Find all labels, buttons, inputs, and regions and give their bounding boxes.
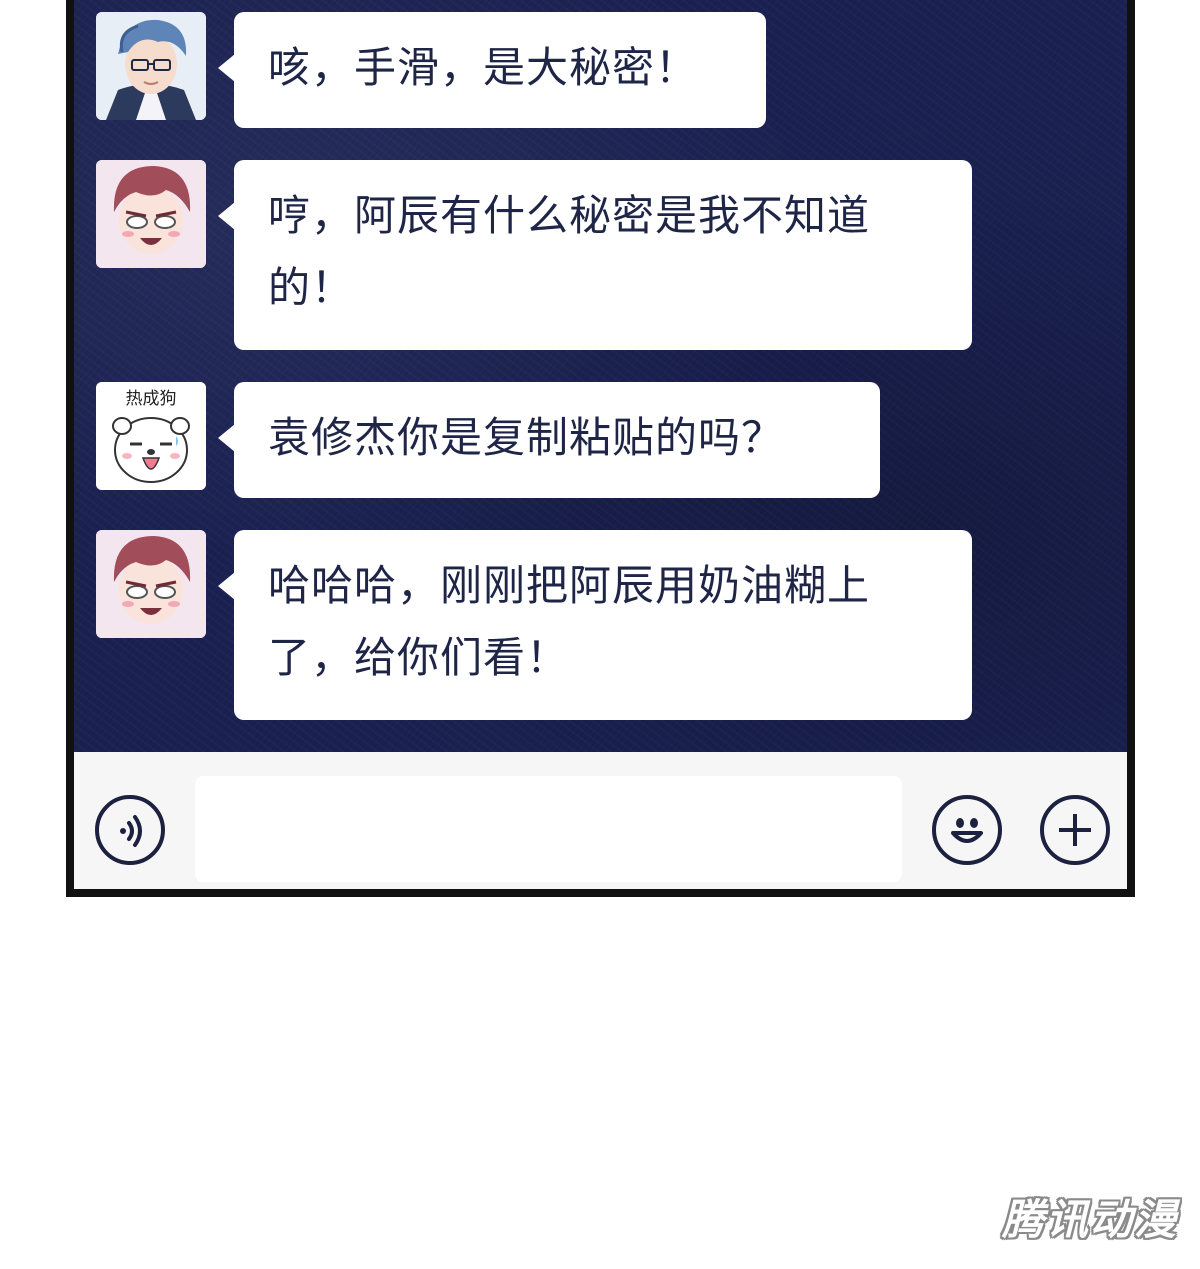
avatar-red-haired-smiling[interactable] [96,530,206,638]
plus-icon [1059,814,1091,846]
message-bubble[interactable]: 咳，手滑，是大秘密！ [218,12,766,128]
message-text: 哈哈哈，刚刚把阿辰用奶油糊上了，给你们看！ [268,561,871,682]
red-haired-smiling-avatar-icon [96,530,206,638]
avatar-dog-sticker[interactable]: 热成狗 [96,382,206,490]
voice-icon [120,815,142,847]
chat-window: 咳，手滑，是大秘密！ 哼，阿辰有什么秘密是我不知道的！ 热成狗 袁修杰你是复制粘… [66,0,1135,897]
red-haired-smiling-avatar-icon [96,160,206,268]
message-input[interactable] [195,776,902,882]
input-bar [74,752,1127,889]
sticker-caption: 热成狗 [126,389,177,409]
message-bubble[interactable]: 袁修杰你是复制粘贴的吗？ [218,382,880,498]
avatar-red-haired-smiling[interactable] [96,160,206,268]
message-text: 袁修杰你是复制粘贴的吗？ [268,413,785,462]
emoji-button[interactable] [932,795,1002,865]
avatar-blue-haired-glasses[interactable] [96,12,206,120]
message-list[interactable]: 咳，手滑，是大秘密！ 哼，阿辰有什么秘密是我不知道的！ 热成狗 袁修杰你是复制粘… [74,0,1127,752]
message-text: 哼，阿辰有什么秘密是我不知道的！ [268,191,871,312]
message-bubble[interactable]: 哈哈哈，刚刚把阿辰用奶油糊上了，给你们看！ [218,530,972,720]
blue-haired-glasses-avatar-icon [96,12,206,120]
dog-sticker-avatar-icon: 热成狗 [96,382,206,490]
watermark-logo: 腾讯动漫 [1001,1195,1178,1244]
emoji-icon [951,818,983,843]
message-text: 咳，手滑，是大秘密！ [268,43,699,92]
add-button[interactable] [1040,795,1110,865]
message-bubble[interactable]: 哼，阿辰有什么秘密是我不知道的！ [218,160,972,350]
voice-button[interactable] [95,795,165,865]
